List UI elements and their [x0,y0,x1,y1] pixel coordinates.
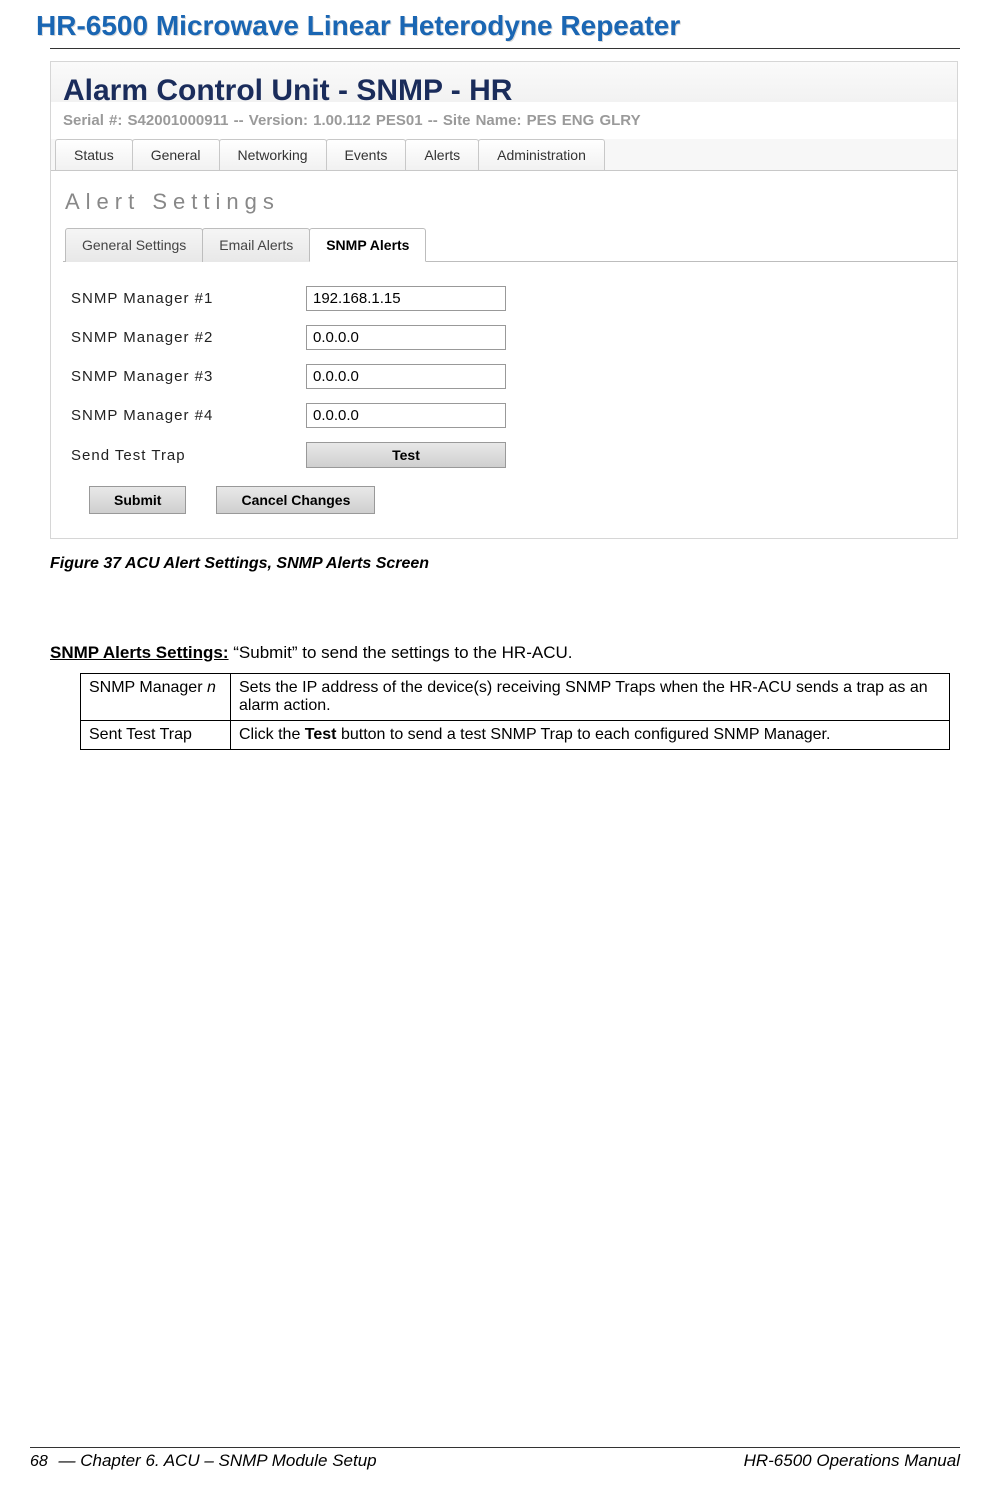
label-snmp-manager-3: SNMP Manager #3 [71,368,306,385]
cancel-button[interactable]: Cancel Changes [216,486,375,514]
row-snmp-manager-4: SNMP Manager #4 [71,403,957,428]
row-snmp-manager-2: SNMP Manager #2 [71,325,957,350]
figure-caption: Figure 37 ACU Alert Settings, SNMP Alert… [50,555,960,573]
footer-left: 68 — Chapter 6. ACU – SNMP Module Setup [30,1451,377,1471]
row-send-test-trap: Send Test Trap Test [71,442,957,468]
label-snmp-manager-1: SNMP Manager #1 [71,290,306,307]
main-tab-bar: Status General Networking Events Alerts … [51,139,957,171]
table-row: SNMP Manager n Sets the IP address of th… [81,674,950,721]
input-snmp-manager-4[interactable] [306,403,506,428]
tab-status[interactable]: Status [55,139,133,170]
input-snmp-manager-1[interactable] [306,286,506,311]
table-row: Sent Test Trap Click the Test button to … [81,721,950,750]
subtab-email-alerts[interactable]: Email Alerts [202,228,310,262]
label-snmp-manager-4: SNMP Manager #4 [71,407,306,424]
subtab-snmp-alerts[interactable]: SNMP Alerts [309,228,426,262]
input-snmp-manager-2[interactable] [306,325,506,350]
row-snmp-manager-1: SNMP Manager #1 [71,286,957,311]
page-number: 68 [30,1453,48,1470]
page-footer: 68 — Chapter 6. ACU – SNMP Module Setup … [30,1447,960,1471]
tab-administration[interactable]: Administration [478,139,605,170]
label-snmp-manager-2: SNMP Manager #2 [71,329,306,346]
cell-sent-test-trap: Sent Test Trap [81,721,231,750]
title-rule [50,48,960,49]
tab-events[interactable]: Events [326,139,407,170]
sub-tab-bar: General Settings Email Alerts SNMP Alert… [63,227,957,262]
cell-snmp-manager-desc: Sets the IP address of the device(s) rec… [231,674,950,721]
document-title: HR-6500 Microwave Linear Heterodyne Repe… [36,10,960,42]
form-area: SNMP Manager #1 SNMP Manager #2 SNMP Man… [51,262,957,524]
cell-sent-test-trap-desc: Click the Test button to send a test SNM… [231,721,950,750]
footer-rule [30,1447,960,1448]
footer-right: HR-6500 Operations Manual [744,1451,960,1471]
acu-subtitle: Serial #: S42001000911 -- Version: 1.00.… [51,108,957,139]
section-heading: Alert Settings [51,171,957,227]
settings-line: SNMP Alerts Settings: “Submit” to send t… [50,643,960,663]
label-send-test-trap: Send Test Trap [71,447,306,464]
acu-title: Alarm Control Unit - SNMP - HR [51,74,957,108]
settings-line-title: SNMP Alerts Settings: [50,643,229,662]
submit-button[interactable]: Submit [89,486,186,514]
embedded-screenshot: Alarm Control Unit - SNMP - HR Serial #:… [50,61,958,539]
info-table: SNMP Manager n Sets the IP address of th… [80,673,950,750]
cell-snmp-manager: SNMP Manager n [81,674,231,721]
tab-general[interactable]: General [132,139,220,170]
input-snmp-manager-3[interactable] [306,364,506,389]
settings-line-rest: “Submit” to send the settings to the HR-… [229,643,573,662]
action-row: Submit Cancel Changes [89,486,957,514]
tab-networking[interactable]: Networking [219,139,327,170]
tab-alerts[interactable]: Alerts [405,139,479,170]
row-snmp-manager-3: SNMP Manager #3 [71,364,957,389]
subtab-general-settings[interactable]: General Settings [65,228,203,262]
test-button[interactable]: Test [306,442,506,468]
